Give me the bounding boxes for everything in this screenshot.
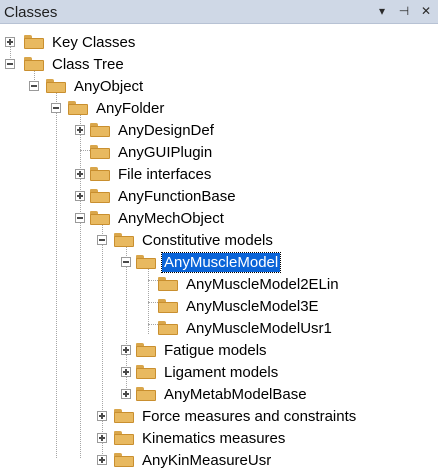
tree-item-label: AnyMuscleModel3E [186,297,319,315]
tree-item-label: AnyMechObject [118,209,224,227]
folder-icon [136,343,156,357]
folder-icon [114,431,134,445]
tree-item-label: Kinematics measures [142,429,286,447]
tree-item-anyobject[interactable]: AnyObject [46,76,145,96]
tree-item-label: AnyMuscleModelUsr1 [186,319,332,337]
tree-item-label: Class Tree [52,55,124,73]
tree-item-anymechobject[interactable]: AnyMechObject [90,208,226,228]
tree-item-label: AnyFolder [96,99,165,117]
panel-titlebar-icons: ▾ ⊣ ✕ [374,3,434,19]
folder-icon [24,35,44,49]
tree-item-class-tree[interactable]: Class Tree [24,54,126,74]
collapse-toggle[interactable] [51,103,61,113]
folder-icon [158,277,178,291]
tree-guide-line [80,150,90,151]
tree-item-anymusclemodel3e[interactable]: AnyMuscleModel3E [158,296,321,316]
tree-item-constitutive-models[interactable]: Constitutive models [114,230,275,250]
tree-item-file-interfaces[interactable]: File interfaces [90,164,213,184]
folder-icon [90,167,110,181]
tree-item-label: AnyMuscleModel [160,251,282,273]
tree-guide-line [102,224,103,458]
expand-toggle[interactable] [75,191,85,201]
tree-item-label: AnyFunctionBase [118,187,236,205]
tree-item-anykinmeasureusr[interactable]: AnyKinMeasureUsr [114,450,273,470]
pin-icon[interactable]: ⊣ [396,3,412,19]
tree-item-label: AnyGUIPlugin [118,143,213,161]
expand-toggle[interactable] [75,125,85,135]
folder-icon [158,321,178,335]
tree-item-label: Fatigue models [164,341,267,359]
close-icon[interactable]: ✕ [418,3,434,19]
tree-item-anymusclemodelusr1[interactable]: AnyMuscleModelUsr1 [158,318,334,338]
tree-item-label: Key Classes [52,33,136,51]
folder-icon [90,189,110,203]
tree-guide-line [148,324,158,325]
folder-icon [114,453,134,467]
tree-item-label: AnyMuscleModel2ELin [186,275,339,293]
tree-item-label: Ligament models [164,363,279,381]
tree-item-anymetabmodelbase[interactable]: AnyMetabModelBase [136,384,309,404]
expand-toggle[interactable] [121,367,131,377]
expand-toggle[interactable] [121,345,131,355]
class-tree: Key Classes Class Tree AnyObject AnyFold… [0,24,438,469]
expand-toggle[interactable] [97,411,107,421]
tree-item-label: AnyKinMeasureUsr [142,451,272,469]
expand-toggle[interactable] [97,433,107,443]
tree-item-force-measures-and-constraints[interactable]: Force measures and constraints [114,406,358,426]
expand-toggle[interactable] [5,37,15,47]
folder-icon [90,123,110,137]
folder-icon [114,233,134,247]
folder-icon [90,145,110,159]
tree-guide-line [80,114,81,458]
tree-item-anyfolder[interactable]: AnyFolder [68,98,166,118]
tree-item-label: AnyMetabModelBase [164,385,307,403]
tree-item-kinematics-measures[interactable]: Kinematics measures [114,428,287,448]
tree-item-key-classes[interactable]: Key Classes [24,32,137,52]
tree-item-anymusclemodel2elin[interactable]: AnyMuscleModel2ELin [158,274,341,294]
folder-icon [90,211,110,225]
tree-item-anydesigndef[interactable]: AnyDesignDef [90,120,216,140]
tree-item-label: Force measures and constraints [142,407,357,425]
folder-icon [136,255,156,269]
folder-icon [114,409,134,423]
tree-item-anymusclemodel[interactable]: AnyMuscleModel [136,251,282,273]
folder-icon [68,101,88,115]
expand-toggle[interactable] [121,389,131,399]
tree-guide-line [148,302,158,303]
tree-item-fatigue-models[interactable]: Fatigue models [136,340,269,360]
collapse-toggle[interactable] [97,235,107,245]
folder-icon [136,365,156,379]
tree-item-label: AnyDesignDef [118,121,214,139]
tree-item-label: AnyObject [74,77,144,95]
tree-item-label: File interfaces [118,165,212,183]
panel-title: Classes [4,4,58,21]
tree-item-ligament-models[interactable]: Ligament models [136,362,280,382]
folder-icon [136,387,156,401]
tree-item-anyfunctionbase[interactable]: AnyFunctionBase [90,186,238,206]
collapse-toggle[interactable] [121,257,131,267]
panel-titlebar: Classes ▾ ⊣ ✕ [0,0,438,24]
folder-icon [158,299,178,313]
tree-guide-line [148,280,158,281]
tree-item-label: Constitutive models [142,231,273,249]
dropdown-arrow-icon[interactable]: ▾ [374,3,390,19]
collapse-toggle[interactable] [29,81,39,91]
expand-toggle[interactable] [97,455,107,465]
collapse-toggle[interactable] [5,59,15,69]
folder-icon [24,57,44,71]
tree-guide-line [56,92,57,458]
collapse-toggle[interactable] [75,213,85,223]
folder-icon [46,79,66,93]
tree-item-anyguiplugin[interactable]: AnyGUIPlugin [90,142,214,162]
expand-toggle[interactable] [75,169,85,179]
